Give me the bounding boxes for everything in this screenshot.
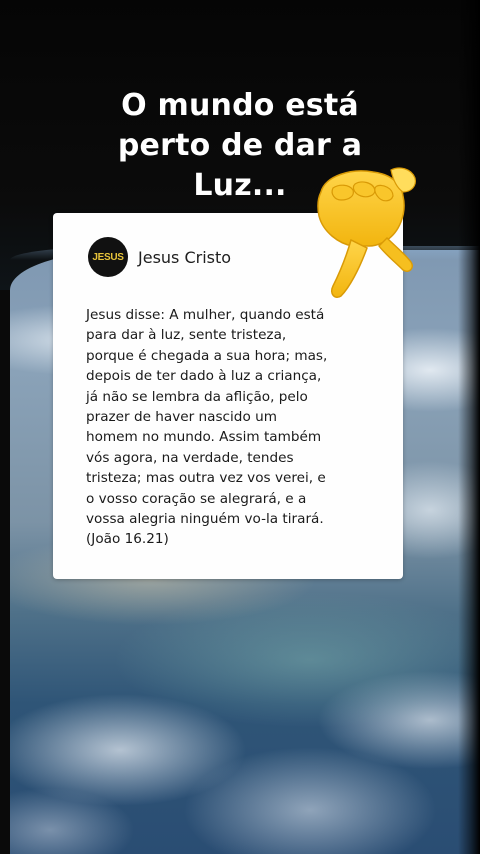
headline-line: O mundo está: [121, 88, 359, 123]
post-text: Jesus disse: A mulher, quando está para …: [86, 305, 386, 550]
post-text-line: (João 16.21): [86, 531, 169, 548]
post-text-line: vossa alegria ninguém vo-la tirará.: [86, 511, 324, 528]
post-text-line: prazer de haver nascido um: [86, 409, 277, 426]
post-text-line: para dar à luz, sente tristeza,: [86, 327, 287, 344]
post-text-line: porque é chegada a sua hora; mas,: [86, 347, 328, 364]
author-name[interactable]: Jesus Cristo: [138, 248, 231, 267]
backhand-index-pointing-down-icon: [317, 167, 416, 298]
post-text-line: Jesus disse: A mulher, quando está: [86, 307, 325, 323]
headline-line: perto de dar a: [117, 128, 363, 163]
post-header[interactable]: JESUS Jesus Cristo: [88, 237, 231, 277]
post-text-line: tristeza; mas outra vez vos verei, e: [86, 470, 326, 487]
post-text-line: o vosso coração se alegrará, e a: [86, 490, 307, 507]
post-text-line: vós agora, na verdade, tendes: [86, 449, 294, 466]
avatar[interactable]: JESUS: [88, 237, 128, 277]
story-screen: O mundo está perto de dar a Luz... JESUS…: [0, 0, 480, 854]
avatar-label: JESUS: [92, 251, 124, 263]
post-text-line: depois de ter dado à luz a criança,: [86, 368, 322, 385]
post-text-line: já não se lembra da aflição, pelo: [86, 388, 308, 405]
post-text-line: homem no mundo. Assim também: [86, 429, 322, 446]
